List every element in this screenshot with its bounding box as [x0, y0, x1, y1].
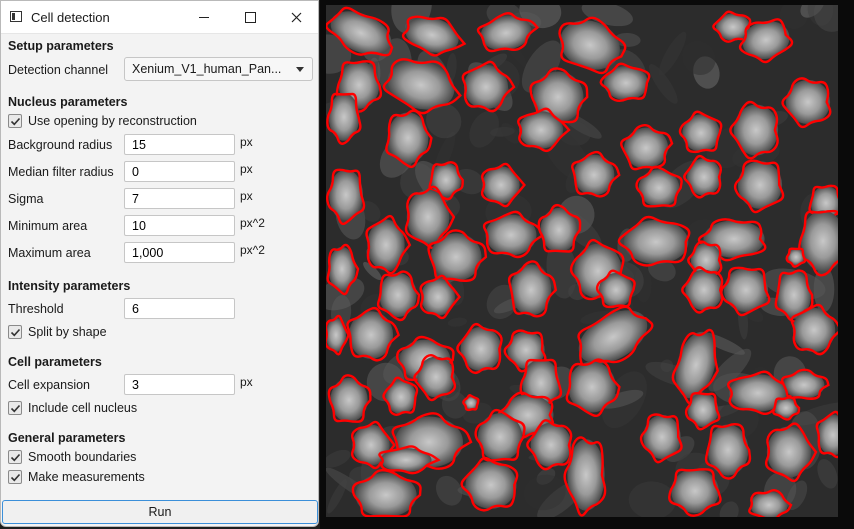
- sigma-input[interactable]: [124, 188, 235, 209]
- include-nucleus-label: Include cell nucleus: [28, 401, 138, 415]
- split-label: Split by shape: [28, 325, 107, 339]
- checkmark-icon: [10, 473, 20, 481]
- include-nucleus-row[interactable]: Include cell nucleus: [8, 401, 137, 415]
- checkmark-icon: [10, 453, 20, 461]
- maximum-area-input[interactable]: [124, 242, 235, 263]
- background-radius-input[interactable]: [124, 134, 235, 155]
- threshold-input[interactable]: [124, 298, 235, 319]
- cell-expansion-label: Cell expansion: [8, 378, 90, 392]
- threshold-label: Threshold: [8, 302, 64, 316]
- sigma-unit: px: [240, 189, 253, 203]
- measure-checkbox[interactable]: [8, 470, 22, 484]
- detection-channel-label: Detection channel: [8, 63, 109, 77]
- maximum-area-label: Maximum area: [8, 246, 91, 260]
- opening-label: Use opening by reconstruction: [28, 114, 197, 128]
- smooth-row[interactable]: Smooth boundaries: [8, 450, 136, 464]
- cell-detection-dialog: Cell detection Setup parameters Detectio…: [0, 0, 319, 527]
- nucleus-heading: Nucleus parameters: [8, 95, 128, 109]
- minimize-icon: [199, 16, 209, 18]
- smooth-label: Smooth boundaries: [28, 450, 137, 464]
- split-checkbox-row[interactable]: Split by shape: [8, 325, 107, 339]
- window-title: Cell detection: [31, 10, 110, 25]
- split-checkbox[interactable]: [8, 325, 22, 339]
- detection-channel-value: Xenium_V1_human_Pan...: [132, 62, 282, 76]
- detection-channel-select[interactable]: Xenium_V1_human_Pan...: [124, 57, 313, 81]
- cell-expansion-input[interactable]: [124, 374, 235, 395]
- maximize-icon: [244, 11, 256, 23]
- median-filter-label: Median filter radius: [8, 165, 114, 179]
- cell-expansion-unit: px: [240, 375, 253, 389]
- smooth-checkbox[interactable]: [8, 450, 22, 464]
- intensity-heading: Intensity parameters: [8, 279, 131, 293]
- microscopy-image[interactable]: [326, 5, 838, 517]
- background-radius-label: Background radius: [8, 138, 113, 152]
- checkmark-icon: [10, 328, 20, 336]
- close-icon: [291, 12, 301, 22]
- window-icon: [10, 11, 22, 22]
- maximize-button[interactable]: [227, 1, 273, 33]
- cell-heading: Cell parameters: [8, 355, 102, 369]
- checkmark-icon: [10, 117, 20, 125]
- checkmark-icon: [10, 404, 20, 412]
- measure-label: Make measurements: [28, 470, 145, 484]
- minimum-area-unit: px^2: [240, 216, 265, 230]
- opening-checkbox-row[interactable]: Use opening by reconstruction: [8, 114, 197, 128]
- minimum-area-label: Minimum area: [8, 219, 88, 233]
- minimum-area-input[interactable]: [124, 215, 235, 236]
- chevron-down-icon: [296, 67, 304, 72]
- background-radius-unit: px: [240, 135, 253, 149]
- nucleus-body: [430, 233, 482, 281]
- setup-heading: Setup parameters: [8, 39, 114, 53]
- close-button[interactable]: [273, 1, 319, 33]
- general-heading: General parameters: [8, 431, 126, 445]
- median-filter-unit: px: [240, 162, 253, 176]
- minimize-button[interactable]: [181, 1, 227, 33]
- title-bar[interactable]: Cell detection: [1, 1, 318, 34]
- measure-row[interactable]: Make measurements: [8, 470, 145, 484]
- maximum-area-unit: px^2: [240, 243, 265, 257]
- run-button[interactable]: Run: [2, 500, 318, 524]
- include-nucleus-checkbox[interactable]: [8, 401, 22, 415]
- sigma-label: Sigma: [8, 192, 44, 206]
- opening-checkbox[interactable]: [8, 114, 22, 128]
- image-viewer[interactable]: [320, 0, 854, 529]
- median-filter-input[interactable]: [124, 161, 235, 182]
